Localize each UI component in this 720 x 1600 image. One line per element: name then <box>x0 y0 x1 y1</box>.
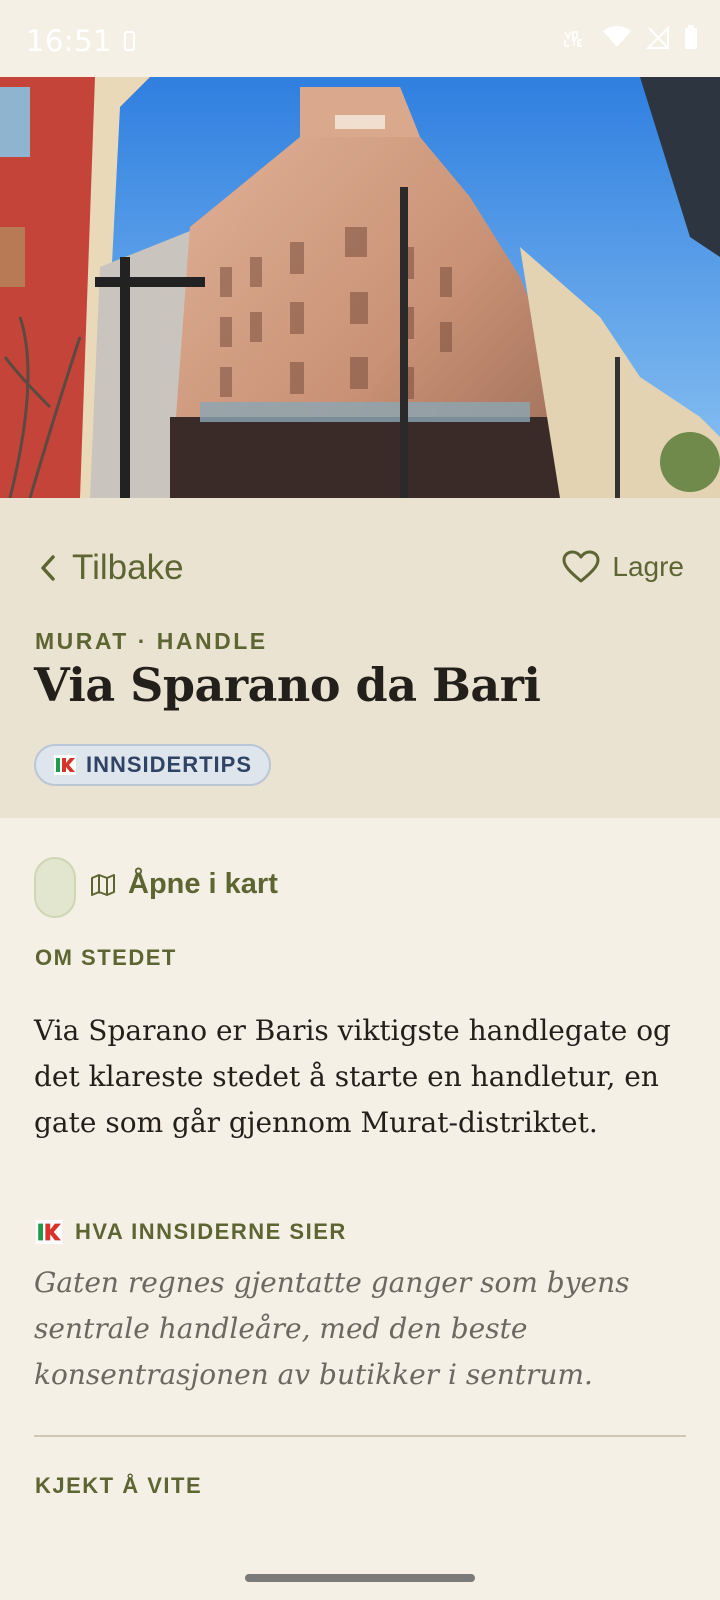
good-to-know-heading: KJEKT Å VITE <box>35 1473 203 1498</box>
category-eyebrow: MURAT · HANDLE <box>35 628 268 654</box>
heart-icon <box>562 550 600 583</box>
insiders-label: HVA INNSIDERNE SIER <box>75 1219 347 1244</box>
about-text: Via Sparano er Baris viktigste handlegat… <box>34 1014 671 1139</box>
building-photo-illustration <box>0 77 720 498</box>
ik-logo-icon <box>35 1220 63 1244</box>
battery-icon <box>685 25 697 49</box>
status-time: 16:51 <box>26 24 113 58</box>
map-toggle[interactable] <box>34 857 76 918</box>
insider-tip-badge: INNSIDERTIPS <box>34 744 271 786</box>
home-indicator[interactable] <box>245 1574 475 1582</box>
volte-lte-icon <box>564 31 582 47</box>
hero-photo <box>0 77 720 498</box>
chevron-left-icon <box>41 555 55 581</box>
wifi-icon <box>603 26 631 47</box>
cell-signal-icon <box>646 25 669 49</box>
insiders-heading: HVA INNSIDERNE SIER <box>35 1219 347 1245</box>
insiders-quote: Gaten regnes gjentatte ganger som byens … <box>34 1266 630 1391</box>
status-icons <box>562 24 698 50</box>
back-label: Tilbake <box>72 548 184 587</box>
status-bar: 16:51 <box>0 0 720 77</box>
badge-label: INNSIDERTIPS <box>86 752 253 777</box>
open-in-map-button[interactable]: Åpne i kart <box>90 868 278 901</box>
ik-logo-icon <box>54 755 76 775</box>
phone-notification-icon <box>124 31 135 51</box>
save-button[interactable]: Lagre <box>562 550 684 584</box>
open-in-map-label: Åpne i kart <box>128 868 278 900</box>
map-icon <box>91 873 115 896</box>
about-heading: OM STEDET <box>35 945 177 970</box>
back-button[interactable]: Tilbake <box>38 548 184 588</box>
section-divider <box>34 1435 686 1437</box>
page-title: Via Sparano da Bari <box>34 658 541 712</box>
save-label: Lagre <box>612 551 684 582</box>
